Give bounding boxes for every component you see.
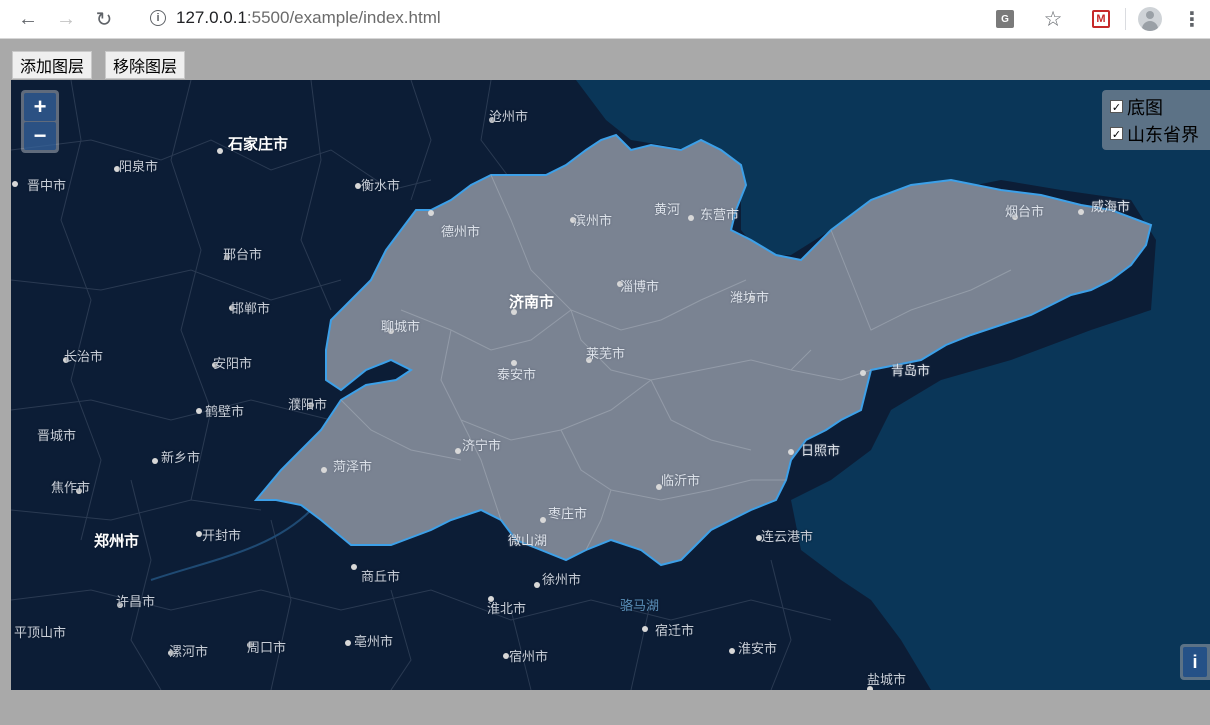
url-path: :5500/example/index.html [246, 8, 441, 27]
add-layer-button[interactable]: 添加图层 [12, 51, 93, 79]
city-label: 济宁市 [462, 439, 502, 454]
profile-avatar-icon[interactable] [1126, 0, 1174, 38]
city-label: 商丘市 [361, 570, 401, 585]
city-label: 新乡市 [161, 451, 201, 466]
city-label: 开封市 [202, 529, 242, 544]
remove-layer-button[interactable]: 移除图层 [105, 51, 186, 79]
city-label: 骆马湖 [620, 599, 660, 614]
layer-toggle-basemap[interactable]: ✓ 底图 [1110, 93, 1210, 120]
city-label: 莱芜市 [586, 347, 626, 362]
reload-icon[interactable]: ↻ [85, 0, 123, 38]
city-label: 濮阳市 [288, 398, 328, 413]
city-label: 安阳市 [213, 357, 253, 372]
map-viewport[interactable]: 石家庄市 沧州市 阳泉市 衡水市 晋中市 邢台市 邯郸市 长治市 安阳市 鹤壁市… [11, 80, 1210, 690]
translate-icon[interactable]: G [981, 0, 1029, 38]
address-bar[interactable]: i 127.0.0.1:5500/example/index.html [140, 4, 970, 32]
city-label: 盐城市 [867, 673, 907, 688]
city-label: 亳州市 [354, 635, 394, 650]
city-label: 晋城市 [37, 429, 77, 444]
city-label: 潍坊市 [730, 291, 770, 306]
checkbox-checked-icon[interactable]: ✓ [1110, 100, 1123, 114]
map-basemap [11, 80, 1210, 690]
attribution-button[interactable]: i [1180, 644, 1210, 680]
checkbox-checked-icon[interactable]: ✓ [1110, 127, 1123, 141]
city-label: 烟台市 [1005, 205, 1045, 220]
layer-switcher: ✓ 底图 ✓ 山东省界 [1102, 90, 1210, 150]
city-label: 焦作市 [51, 481, 91, 496]
city-label: 阳泉市 [119, 160, 159, 175]
bookmark-star-icon[interactable]: ☆ [1029, 0, 1077, 38]
layer-label: 山东省界 [1127, 124, 1199, 146]
url-host: 127.0.0.1 [176, 8, 247, 27]
layer-label: 底图 [1127, 97, 1163, 119]
forward-arrow-icon[interactable]: → [47, 0, 85, 38]
city-label: 郑州市 [94, 532, 140, 550]
city-label: 滨州市 [573, 214, 613, 229]
zoom-in-button[interactable]: + [24, 93, 56, 121]
city-label: 日照市 [801, 444, 841, 459]
city-label: 许昌市 [116, 595, 156, 610]
info-icon: i [1183, 647, 1207, 677]
extension-icon[interactable]: M [1077, 0, 1125, 38]
city-label: 周口市 [247, 641, 287, 656]
city-label: 宿迁市 [655, 624, 695, 639]
city-label: 菏泽市 [333, 460, 373, 475]
city-label: 衡水市 [361, 179, 401, 194]
city-label: 青岛市 [891, 364, 931, 379]
city-label: 泰安市 [497, 368, 537, 383]
city-label: 淄博市 [620, 280, 660, 295]
city-label: 沧州市 [489, 110, 529, 125]
city-label: 枣庄市 [548, 507, 588, 522]
city-label: 长治市 [64, 350, 104, 365]
layer-toggle-shandong-boundary[interactable]: ✓ 山东省界 [1110, 120, 1210, 147]
city-label: 鹤壁市 [205, 405, 245, 420]
city-label: 淮北市 [487, 602, 527, 617]
city-label: 淮安市 [738, 642, 778, 657]
city-label: 邢台市 [223, 248, 263, 263]
back-arrow-icon[interactable]: ← [9, 0, 47, 38]
site-info-icon[interactable]: i [150, 10, 166, 26]
city-label: 连云港市 [761, 530, 814, 545]
zoom-out-button[interactable]: − [24, 122, 56, 150]
city-label: 石家庄市 [228, 135, 289, 153]
city-label: 黄河 [654, 203, 681, 218]
city-label: 平顶山市 [14, 626, 67, 641]
city-label: 临沂市 [661, 474, 701, 489]
city-label: 微山湖 [508, 534, 548, 549]
city-label: 邯郸市 [231, 302, 271, 317]
city-label: 宿州市 [509, 650, 549, 665]
city-label: 东营市 [700, 208, 740, 223]
city-label: 德州市 [441, 225, 481, 240]
city-label: 徐州市 [542, 573, 582, 588]
city-label: 威海市 [1091, 200, 1131, 215]
menu-dots-icon[interactable]: ⋮ [1174, 0, 1210, 38]
zoom-control: + − [21, 90, 59, 153]
city-label: 晋中市 [27, 179, 67, 194]
city-label: 济南市 [509, 293, 555, 311]
browser-toolbar: ← → ↻ i 127.0.0.1:5500/example/index.htm… [0, 0, 1210, 39]
city-label: 漯河市 [169, 645, 209, 660]
city-label: 聊城市 [381, 320, 421, 335]
